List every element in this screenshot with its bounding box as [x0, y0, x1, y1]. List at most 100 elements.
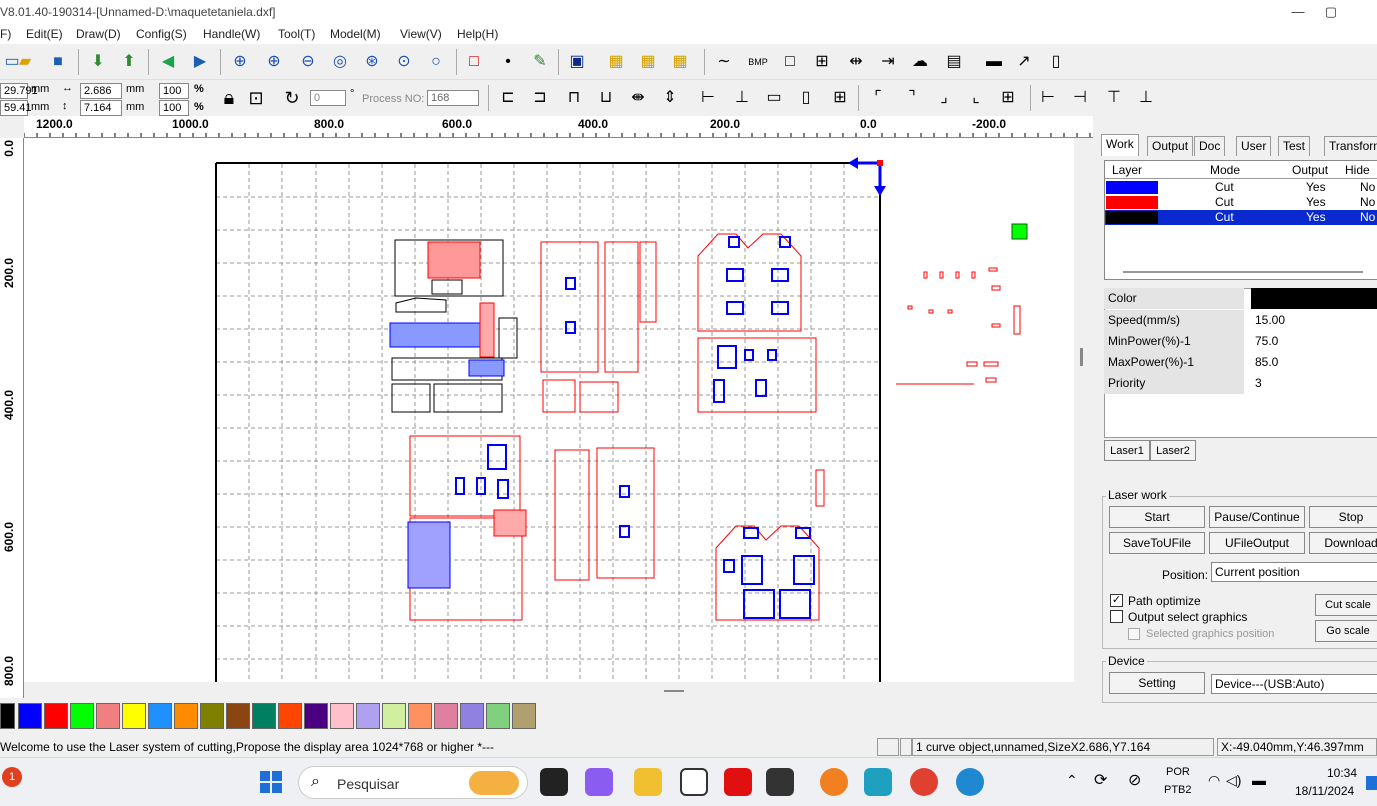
zoom-actual-icon[interactable]: ○ [424, 50, 448, 74]
group-icon[interactable]: ⊞ [810, 50, 834, 74]
file-explorer-icon[interactable] [634, 768, 662, 796]
color-swatch[interactable] [512, 703, 536, 729]
go-scale-button[interactable]: Go scale [1315, 620, 1377, 642]
color-swatch[interactable] [0, 703, 15, 729]
corner-br-icon[interactable]: ⌟ [932, 86, 956, 110]
scale-h-field[interactable]: 100 [159, 100, 189, 116]
h-dist-icon[interactable]: ⇹ [844, 50, 868, 74]
bottom-edge-icon[interactable]: ⊥ [1134, 86, 1158, 110]
import-icon[interactable]: ⬇ [86, 50, 110, 74]
menu-draw[interactable]: Draw(D) [76, 27, 121, 41]
top-edge-icon[interactable]: ⊤ [1102, 86, 1126, 110]
array-icon-3[interactable]: ▦ [668, 50, 692, 74]
zoom-in-icon[interactable]: ⊕ [262, 50, 286, 74]
chevron-up-icon[interactable]: ⌃ [1066, 772, 1078, 789]
zoom-fit-icon[interactable]: ⊙ [392, 50, 416, 74]
setting-button[interactable]: Setting [1109, 672, 1205, 694]
rect-select-icon[interactable]: □ [462, 50, 486, 74]
inkscape-icon[interactable] [766, 768, 794, 796]
prop-priority[interactable]: Priority 3 [1104, 373, 1377, 394]
color-swatch[interactable] [18, 703, 42, 729]
rotate-field[interactable]: 0 [310, 90, 346, 106]
color-swatch[interactable] [174, 703, 198, 729]
layer-table[interactable]: Layer Mode Output Hide Cut Yes No Cut Ye… [1104, 160, 1377, 280]
corner-tl-icon[interactable]: ⌜ [866, 86, 890, 110]
prop-value[interactable]: 85.0 [1251, 352, 1377, 373]
menu-config[interactable]: Config(S) [136, 27, 187, 41]
language-primary[interactable]: POR [1166, 766, 1190, 778]
color-swatch[interactable] [148, 703, 172, 729]
notification-icon[interactable]: 1 [2, 767, 22, 787]
tab-test[interactable]: Test [1278, 136, 1311, 156]
position-select[interactable]: Current position [1211, 562, 1377, 582]
process-number-field[interactable]: 168 [427, 90, 479, 106]
color-swatch[interactable] [226, 703, 250, 729]
cloud-icon[interactable]: ☁ [908, 50, 932, 74]
notification-center-icon[interactable] [1366, 776, 1377, 790]
save-icon[interactable]: ■ [46, 50, 70, 74]
v-equal-icon[interactable]: ▯ [794, 86, 818, 110]
part-group-5[interactable] [407, 435, 527, 621]
laser2-tab[interactable]: Laser2 [1150, 440, 1196, 461]
house-facade-bottom[interactable] [715, 469, 825, 621]
menu-view[interactable]: View(V) [400, 27, 442, 41]
chrome-icon[interactable] [910, 768, 938, 796]
link-app-icon[interactable] [864, 768, 892, 796]
undo-icon[interactable]: ◀ [156, 50, 180, 74]
tab-output[interactable]: Output [1147, 136, 1194, 156]
output-select-checkbox[interactable] [1110, 610, 1123, 623]
width-field[interactable]: 2.686 [80, 83, 122, 99]
align-left-icon[interactable]: ⊏ [496, 86, 520, 110]
green-marker[interactable] [1011, 223, 1028, 240]
layer-row[interactable]: Cut Yes No [1105, 180, 1377, 195]
battery-icon[interactable]: ▬ [1252, 772, 1266, 788]
color-swatch[interactable] [434, 703, 458, 729]
prop-color[interactable]: Color [1104, 288, 1377, 309]
stop-button[interactable]: Stop [1309, 506, 1377, 528]
prop-speed[interactable]: Speed(mm/s) 15.00 [1104, 310, 1377, 331]
start-button[interactable]: Start [1109, 506, 1205, 528]
scale-w-field[interactable]: 100 [159, 83, 189, 99]
tab-doc[interactable]: Doc [1194, 136, 1226, 156]
menu-handle[interactable]: Handle(W) [203, 27, 260, 41]
redo-icon[interactable]: ▶ [188, 50, 212, 74]
drawing-svg[interactable] [24, 138, 1074, 682]
cut-scale-button[interactable]: Cut scale [1315, 594, 1377, 616]
corner-tr-icon[interactable]: ⌝ [900, 86, 924, 110]
open-folder-icon[interactable]: ▰ [13, 50, 37, 74]
menu-file[interactable]: F) [0, 27, 11, 41]
lock-icon[interactable]: 🔒︎ [217, 86, 241, 110]
curve-icon[interactable]: ∼ [712, 50, 736, 74]
align-center-h-icon[interactable]: ⇼ [626, 86, 650, 110]
tab-transform[interactable]: Transform [1324, 136, 1377, 156]
color-swatch[interactable] [44, 703, 68, 729]
pause-continue-button[interactable]: Pause/Continue [1209, 506, 1305, 528]
align-bottom-icon[interactable]: ⊔ [594, 86, 618, 110]
export-icon[interactable]: ⬆ [117, 50, 141, 74]
wifi-icon[interactable]: ◠ [1208, 772, 1220, 789]
camera-icon[interactable]: ▬ [982, 50, 1006, 74]
clock-date[interactable]: 18/11/2024 [1295, 784, 1354, 798]
clock-time[interactable]: 10:34 [1327, 766, 1357, 780]
prop-maxpower[interactable]: MaxPower(%)-1 85.0 [1104, 352, 1377, 373]
part-group-2[interactable] [540, 241, 657, 413]
small-parts[interactable] [896, 267, 1021, 385]
prop-value[interactable]: 75.0 [1251, 331, 1377, 352]
restore-button[interactable]: ▢ [1308, 2, 1354, 22]
prop-value[interactable]: 3 [1251, 373, 1377, 394]
pen-icon[interactable]: ✎ [528, 50, 552, 74]
language-secondary[interactable]: PTB2 [1164, 784, 1192, 796]
zoom-page-icon[interactable]: ◎ [328, 50, 352, 74]
device-select[interactable]: Device---(USB:Auto) [1211, 674, 1377, 694]
path-optimize-checkbox[interactable]: ✓ [1110, 594, 1123, 607]
h-equal-icon[interactable]: ▭ [762, 86, 786, 110]
layer-row[interactable]: Cut Yes No [1105, 195, 1377, 210]
tab-user[interactable]: User [1236, 136, 1272, 156]
layer-row-selected[interactable]: Cut Yes No [1105, 210, 1377, 225]
table-scrollbar[interactable] [1123, 271, 1363, 273]
scroll-thumb[interactable] [664, 690, 684, 692]
color-swatch[interactable] [200, 703, 224, 729]
h-align-icon[interactable]: ⇥ [876, 50, 900, 74]
node-icon[interactable]: • [496, 50, 520, 74]
laser1-tab[interactable]: Laser1 [1104, 440, 1150, 461]
